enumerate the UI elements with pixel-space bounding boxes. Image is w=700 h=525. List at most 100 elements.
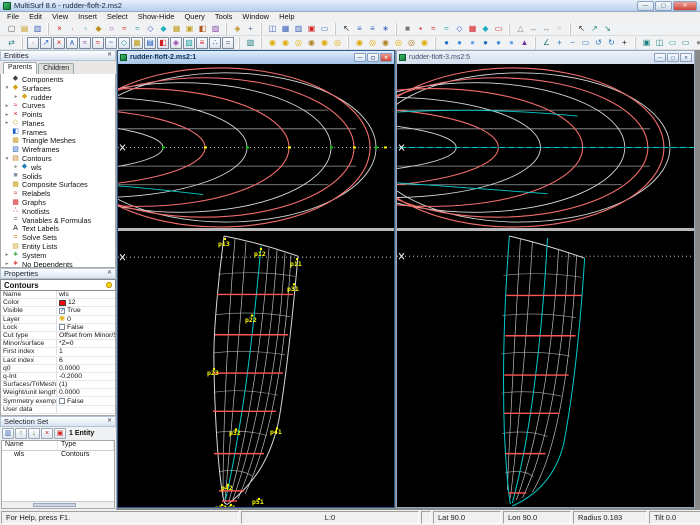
expander-icon[interactable]: ▸ (3, 120, 11, 126)
expander-icon[interactable]: ▸ (12, 164, 20, 170)
profile-right-canvas[interactable] (397, 231, 694, 507)
menu-edit[interactable]: Edit (24, 12, 47, 22)
document-window-1[interactable]: rudder-floft-2.ms2:1 — ▢ ✕ p13 p12 p11 p… (117, 50, 395, 508)
plan-left-canvas[interactable] (118, 64, 394, 228)
property-value[interactable]: (1) (57, 381, 115, 388)
insert-contours-icon[interactable]: ≡ (196, 36, 208, 49)
property-row-layer[interactable]: Layer ◉ 0 (1, 315, 115, 324)
tree-item-contours[interactable]: ▾ ▤ Contours (1, 154, 115, 163)
menu-file[interactable]: File (2, 12, 24, 22)
property-row-name[interactable]: Name wls (1, 291, 115, 300)
child-restore-button[interactable]: ▢ (367, 53, 379, 62)
measure-angle-icon[interactable]: ∠ (540, 37, 553, 49)
add-relabel-icon[interactable]: + (244, 23, 257, 35)
insert-point-icon[interactable]: ∙ (66, 23, 79, 35)
property-row-lock[interactable]: Lock False (1, 323, 115, 332)
move-down-icon[interactable]: ↓ (28, 428, 40, 439)
tab-parents[interactable]: Parents (3, 62, 38, 74)
insert-frame-icon[interactable]: ◧ (196, 23, 209, 35)
insert-ruled-surface-icon[interactable]: ◧ (157, 36, 169, 49)
window-properties-icon[interactable]: ▣ (640, 37, 653, 49)
property-row-user-data[interactable]: User data (1, 405, 115, 414)
tree-item-rudder[interactable]: ▸ ◆ rudder (1, 93, 115, 102)
menu-view[interactable]: View (47, 12, 73, 22)
remove-all-icon[interactable]: ▣ (54, 428, 66, 439)
tab-children[interactable]: Children (38, 63, 75, 74)
new-file-icon[interactable]: ▢ (5, 23, 18, 35)
color-swatch[interactable] (59, 299, 66, 306)
insert-intersection-icon[interactable]: × (53, 36, 65, 49)
fit-frame-icon[interactable]: ▭ (492, 23, 505, 35)
tree-item-components[interactable]: ◆ Components (1, 75, 115, 84)
expander-icon[interactable]: ▾ (3, 156, 11, 162)
selection-table[interactable]: Name Type wls Contours (1, 440, 115, 509)
menu-insert[interactable]: Insert (73, 12, 102, 22)
fit-solid-icon[interactable]: ◆ (479, 23, 492, 35)
window-tile-vertical-icon[interactable]: ▥ (292, 23, 305, 35)
insert-curve-icon[interactable]: ≈ (118, 23, 131, 35)
move-up-icon[interactable]: ↑ (15, 428, 27, 439)
insert-composite-icon[interactable]: ▦ (170, 23, 183, 35)
scrollbar-thumb[interactable] (33, 503, 76, 507)
viewport-plan-left[interactable] (118, 64, 394, 231)
property-value[interactable]: ✓ True (57, 307, 115, 314)
column-name[interactable]: Name (2, 441, 58, 450)
tree-item-frames[interactable]: ◧ Frames (1, 128, 115, 137)
probe-pointer-icon[interactable]: ↖ (575, 23, 588, 35)
insert-bsurface-icon[interactable]: ▦ (131, 36, 143, 49)
checkbox-checked-icon[interactable]: ✓ (59, 307, 65, 314)
expander-icon[interactable]: ▸ (3, 261, 11, 267)
view-perspective-icon[interactable]: ▲ (518, 37, 531, 49)
horizontal-scrollbar[interactable] (2, 501, 114, 508)
phantom-toggle-icon[interactable]: ▪ (414, 23, 427, 35)
tree-item-wireframes[interactable]: ▧ Wireframes (1, 145, 115, 154)
viewport-profile-right[interactable] (397, 231, 694, 507)
viewport-plan-right[interactable] (397, 64, 694, 231)
child-restore-button[interactable]: ▢ (667, 53, 679, 62)
select-star-icon[interactable]: ∗ (379, 23, 392, 35)
invert-visibility-icon[interactable]: ◎ (405, 37, 418, 49)
view-right-icon[interactable]: ● (505, 37, 518, 49)
show-parents-icon[interactable]: ◉ (318, 37, 331, 49)
child-minimize-button[interactable]: — (354, 53, 366, 62)
hide-parents-icon[interactable]: ◎ (331, 37, 344, 49)
insert-polyline-icon[interactable]: ∧ (66, 36, 78, 49)
window-new-icon[interactable]: ▭ (318, 23, 331, 35)
entities-close-icon[interactable]: ✕ (107, 51, 112, 60)
document-window-2-titlebar[interactable]: rudder-floft-3.ms2:5 — ▢ ✕ (397, 51, 694, 64)
tree-item-solve-sets[interactable]: = Solve Sets (1, 233, 115, 242)
window-arrange-icon[interactable]: ▣ (305, 23, 318, 35)
insert-revolution-surface-icon[interactable]: ◈ (170, 36, 182, 49)
select-lasso-icon[interactable]: ≡ (353, 23, 366, 35)
maximize-button[interactable]: ▢ (655, 0, 672, 11)
tree-item-planes[interactable]: ▸ ◇ Planes (1, 119, 115, 128)
tree-item-no-dependents[interactable]: ▸ ∗ No Dependents (1, 260, 115, 267)
save-icon[interactable]: ▥ (31, 23, 44, 35)
insert-surface-icon[interactable]: ◇ (144, 23, 157, 35)
columns-icon[interactable]: ▥ (2, 428, 14, 439)
hide-children-icon[interactable]: ◎ (366, 37, 379, 49)
insert-bead-icon[interactable]: ◦ (79, 23, 92, 35)
close-button[interactable]: ✕ (673, 0, 697, 11)
property-value[interactable]: 1 (57, 348, 115, 355)
zoom-previous-icon[interactable]: ↺ (592, 37, 605, 49)
tree-item-solids[interactable]: ■ Solids (1, 172, 115, 181)
render-sheet-icon[interactable]: ▧ (244, 37, 257, 49)
property-row-first-index[interactable]: First index 1 (1, 348, 115, 357)
sheet-back-icon[interactable]: ▭ (679, 37, 692, 49)
child-close-button[interactable]: ✕ (680, 53, 692, 62)
selection-row[interactable]: wls Contours (2, 451, 114, 460)
probe-curve-icon[interactable]: ↗ (588, 23, 601, 35)
entities-tree[interactable]: ◆ Components ▾ ◆ Surfaces ▸ ◆ rudder ▸ ≈ Curves ▸ × P… (0, 74, 116, 268)
property-row-visible[interactable]: Visible ✓ True (1, 307, 115, 316)
property-value[interactable]: *Z=0 (57, 340, 115, 347)
tree-item-text-labels[interactable]: A Text Labels (1, 224, 115, 233)
select-pointer-icon[interactable]: ↖ (340, 23, 353, 35)
insert-point2-icon[interactable]: ∙ (27, 36, 39, 49)
lamp-icon[interactable]: ● (692, 37, 700, 49)
insert-csurface-icon[interactable]: ▤ (144, 36, 156, 49)
checkbox-unchecked-icon[interactable] (59, 398, 65, 405)
minimize-button[interactable]: — (637, 0, 654, 11)
insert-swept-surface-icon[interactable]: ▧ (183, 36, 195, 49)
tree-item-surfaces[interactable]: ▾ ◆ Surfaces (1, 84, 115, 93)
